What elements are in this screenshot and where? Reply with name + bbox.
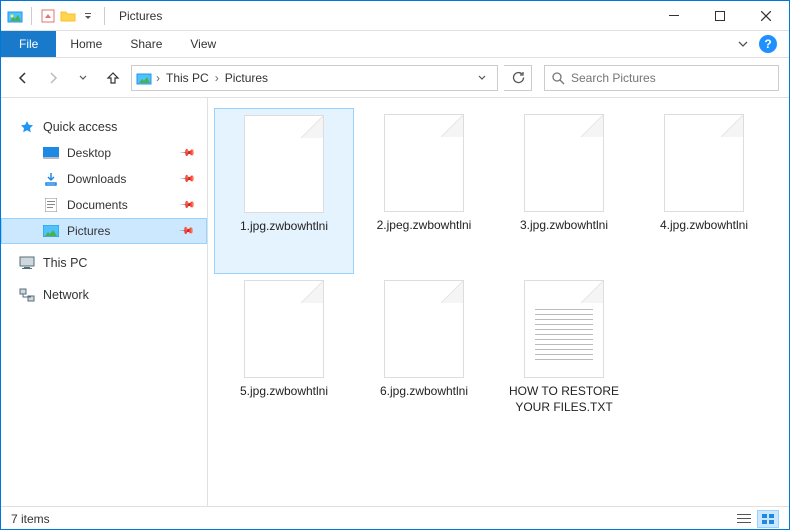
pin-icon: 📌 [177,223,194,240]
qat-dropdown-icon[interactable] [80,8,96,24]
blank-file-icon [384,280,464,378]
search-icon [551,71,565,85]
search-input[interactable] [571,71,772,85]
sidebar-item-label: Network [43,288,89,302]
main-area: Quick access Desktop 📌 Downloads 📌 Docum… [1,98,789,506]
breadcrumb-thispc[interactable]: This PC [164,71,211,85]
recent-dropdown-icon[interactable] [71,66,95,90]
file-menu[interactable]: File [1,31,56,57]
navigation-pane: Quick access Desktop 📌 Downloads 📌 Docum… [1,98,208,506]
up-button[interactable] [101,66,125,90]
pictures-icon [43,223,59,239]
file-item[interactable]: 6.jpg.zwbowhtlni [354,274,494,440]
blank-file-icon [664,114,744,212]
file-grid: 1.jpg.zwbowhtlni 2.jpeg.zwbowhtlni 3.jpg.z… [214,108,783,440]
file-label: 3.jpg.zwbowhtlni [520,218,608,234]
file-item[interactable]: 3.jpg.zwbowhtlni [494,108,634,274]
documents-icon [43,197,59,213]
text-file-icon [524,280,604,378]
window-controls [651,1,789,31]
file-item[interactable]: 5.jpg.zwbowhtlni [214,274,354,440]
sidebar-this-pc[interactable]: This PC [1,250,207,276]
breadcrumb-pictures[interactable]: Pictures [223,71,270,85]
sidebar-item-label: Pictures [67,224,110,238]
titlebar: Pictures [1,1,789,31]
maximize-button[interactable] [697,1,743,31]
icons-view-button[interactable] [757,510,779,528]
blank-file-icon [244,280,324,378]
quick-access-toolbar: Pictures [1,7,162,25]
file-item[interactable]: 1.jpg.zwbowhtlni [214,108,354,274]
pin-icon: 📌 [178,171,195,188]
file-item[interactable]: HOW TO RESTORE YOUR FILES.TXT [494,274,634,440]
pin-icon: 📌 [178,197,195,214]
blank-file-icon [244,115,324,213]
file-label: 4.jpg.zwbowhtlni [660,218,748,234]
item-count: 7 items [11,512,50,526]
chevron-down-icon[interactable] [471,73,493,83]
pictures-folder-icon [7,8,23,24]
chevron-right-icon[interactable]: › [215,71,219,85]
file-item[interactable]: 4.jpg.zwbowhtlni [634,108,774,274]
pin-icon: 📌 [178,145,195,162]
status-bar: 7 items [1,506,789,530]
sidebar-item-pictures[interactable]: Pictures 📌 [1,218,207,244]
sidebar-quick-access[interactable]: Quick access [1,114,207,140]
sidebar-network[interactable]: Network [1,282,207,308]
breadcrumb[interactable]: › This PC › Pictures [131,65,498,91]
search-box[interactable] [544,65,779,91]
file-label: 5.jpg.zwbowhtlni [240,384,328,400]
ribbon-expand-icon[interactable] [737,38,749,50]
network-icon [19,287,35,303]
properties-icon[interactable] [40,8,56,24]
address-bar: › This PC › Pictures [1,58,789,98]
sidebar-item-label: Quick access [43,120,117,134]
tab-view[interactable]: View [176,31,230,57]
file-item[interactable]: 2.jpeg.zwbowhtlni [354,108,494,274]
details-view-button[interactable] [733,510,755,528]
forward-button[interactable] [41,66,65,90]
file-label: 1.jpg.zwbowhtlni [240,219,328,235]
sidebar-item-label: Downloads [67,172,126,186]
minimize-button[interactable] [651,1,697,31]
tab-home[interactable]: Home [56,31,116,57]
computer-icon [19,255,35,271]
desktop-icon [43,145,59,161]
help-icon[interactable]: ? [759,35,777,53]
separator [31,7,32,25]
sidebar-item-documents[interactable]: Documents 📌 [1,192,207,218]
file-label: HOW TO RESTORE YOUR FILES.TXT [498,384,630,415]
window-title: Pictures [119,9,162,23]
sidebar-item-desktop[interactable]: Desktop 📌 [1,140,207,166]
refresh-button[interactable] [504,65,532,91]
ribbon: File Home Share View ? [1,31,789,58]
back-button[interactable] [11,66,35,90]
sidebar-item-label: Documents [67,198,128,212]
sidebar-item-label: Desktop [67,146,111,160]
file-label: 2.jpeg.zwbowhtlni [377,218,472,234]
tab-share[interactable]: Share [116,31,176,57]
sidebar-item-downloads[interactable]: Downloads 📌 [1,166,207,192]
blank-file-icon [384,114,464,212]
file-label: 6.jpg.zwbowhtlni [380,384,468,400]
sidebar-item-label: This PC [43,256,87,270]
separator [104,7,105,25]
blank-file-icon [524,114,604,212]
file-view[interactable]: 1.jpg.zwbowhtlni 2.jpeg.zwbowhtlni 3.jpg.z… [208,98,789,506]
chevron-right-icon[interactable]: › [156,71,160,85]
downloads-icon [43,171,59,187]
star-icon [19,119,35,135]
close-button[interactable] [743,1,789,31]
folder-icon[interactable] [60,8,76,24]
pictures-location-icon [136,70,152,86]
